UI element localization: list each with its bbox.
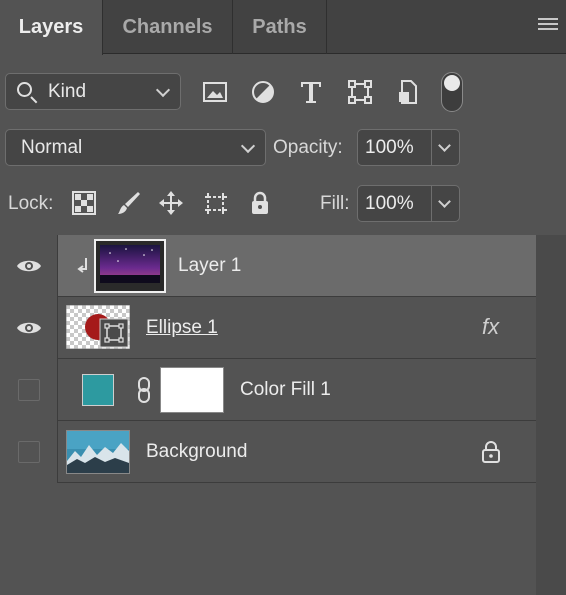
layer-row-background[interactable]: Background	[0, 421, 536, 483]
tab-channels[interactable]: Channels	[103, 0, 233, 54]
fill-label: Fill:	[320, 193, 350, 214]
lock-artboard-icon[interactable]	[202, 189, 230, 217]
lock-transparent-pixels-icon[interactable]	[70, 189, 98, 217]
eye-icon	[16, 322, 41, 334]
blend-mode-value: Normal	[21, 136, 83, 158]
chevron-down-icon	[155, 82, 171, 98]
color-fill-swatch[interactable]	[82, 374, 114, 406]
tab-layers[interactable]: Layers	[0, 0, 103, 55]
lock-all-icon[interactable]	[246, 189, 274, 217]
smart-object-filter-icon[interactable]	[394, 78, 422, 106]
layer-thumbnail[interactable]	[94, 239, 166, 293]
scrollbar-track[interactable]	[536, 235, 566, 595]
adjustment-filter-icon[interactable]	[249, 78, 277, 106]
layer-mask-thumbnail[interactable]	[160, 367, 224, 413]
chevron-down-icon	[240, 138, 256, 154]
night-sky-thumbnail	[96, 241, 164, 291]
opacity-input[interactable]: 100%	[358, 130, 432, 165]
opacity-control: 100%	[357, 129, 460, 166]
filter-kind-value: Kind	[48, 80, 87, 102]
opacity-label: Opacity:	[273, 137, 343, 158]
ellipse-thumbnail	[65, 304, 131, 350]
shape-filter-icon[interactable]	[346, 78, 374, 106]
hidden-visibility-box	[17, 441, 40, 463]
filter-toggle-switch[interactable]	[441, 72, 463, 112]
fill-slider-button[interactable]	[432, 186, 459, 221]
shape-layer-thumbnail[interactable]	[65, 304, 131, 350]
tab-paths[interactable]: Paths	[233, 0, 327, 54]
opacity-slider-button[interactable]	[432, 130, 459, 165]
layer-row-color-fill-1[interactable]: Color Fill 1	[0, 359, 536, 421]
search-icon	[17, 82, 32, 97]
visibility-toggle[interactable]	[0, 297, 58, 359]
clipping-mask-arrow-icon	[77, 258, 87, 273]
chevron-down-icon	[438, 195, 451, 208]
lock-label: Lock:	[8, 193, 54, 214]
hidden-visibility-box	[17, 379, 40, 401]
layers-list: Layer 1 Ellipse 1 fx Color Fill 1 Backgr…	[0, 235, 556, 483]
layer-name[interactable]: Color Fill 1	[240, 379, 331, 401]
layer-name[interactable]: Layer 1	[178, 255, 241, 277]
lock-position-icon[interactable]	[157, 189, 185, 217]
lock-icon	[482, 441, 500, 463]
filter-kind-dropdown[interactable]: Kind	[5, 73, 181, 110]
blend-mode-dropdown[interactable]: Normal	[5, 129, 266, 166]
link-icon[interactable]	[135, 377, 153, 403]
eye-icon	[16, 260, 41, 272]
mountain-thumbnail	[67, 431, 129, 473]
panel-tab-bar: Layers Channels Paths	[0, 0, 566, 55]
fill-input[interactable]: 100%	[358, 186, 432, 221]
visibility-toggle[interactable]	[0, 359, 58, 421]
fx-icon[interactable]: fx	[482, 314, 499, 340]
layer-row-ellipse-1[interactable]: Ellipse 1 fx	[0, 297, 556, 359]
layer-name[interactable]: Ellipse 1	[146, 317, 218, 339]
visibility-toggle[interactable]	[0, 235, 58, 297]
lock-image-pixels-icon[interactable]	[115, 189, 143, 217]
layer-name[interactable]: Background	[146, 441, 247, 463]
image-filter-icon[interactable]	[201, 78, 229, 106]
background-thumbnail[interactable]	[66, 430, 130, 474]
layer-row-layer-1[interactable]: Layer 1	[0, 235, 536, 297]
type-filter-icon[interactable]	[297, 78, 325, 106]
chevron-down-icon	[438, 139, 451, 152]
fill-control: 100%	[357, 185, 460, 222]
visibility-toggle[interactable]	[0, 421, 58, 483]
panel-menu-icon[interactable]	[538, 18, 558, 34]
